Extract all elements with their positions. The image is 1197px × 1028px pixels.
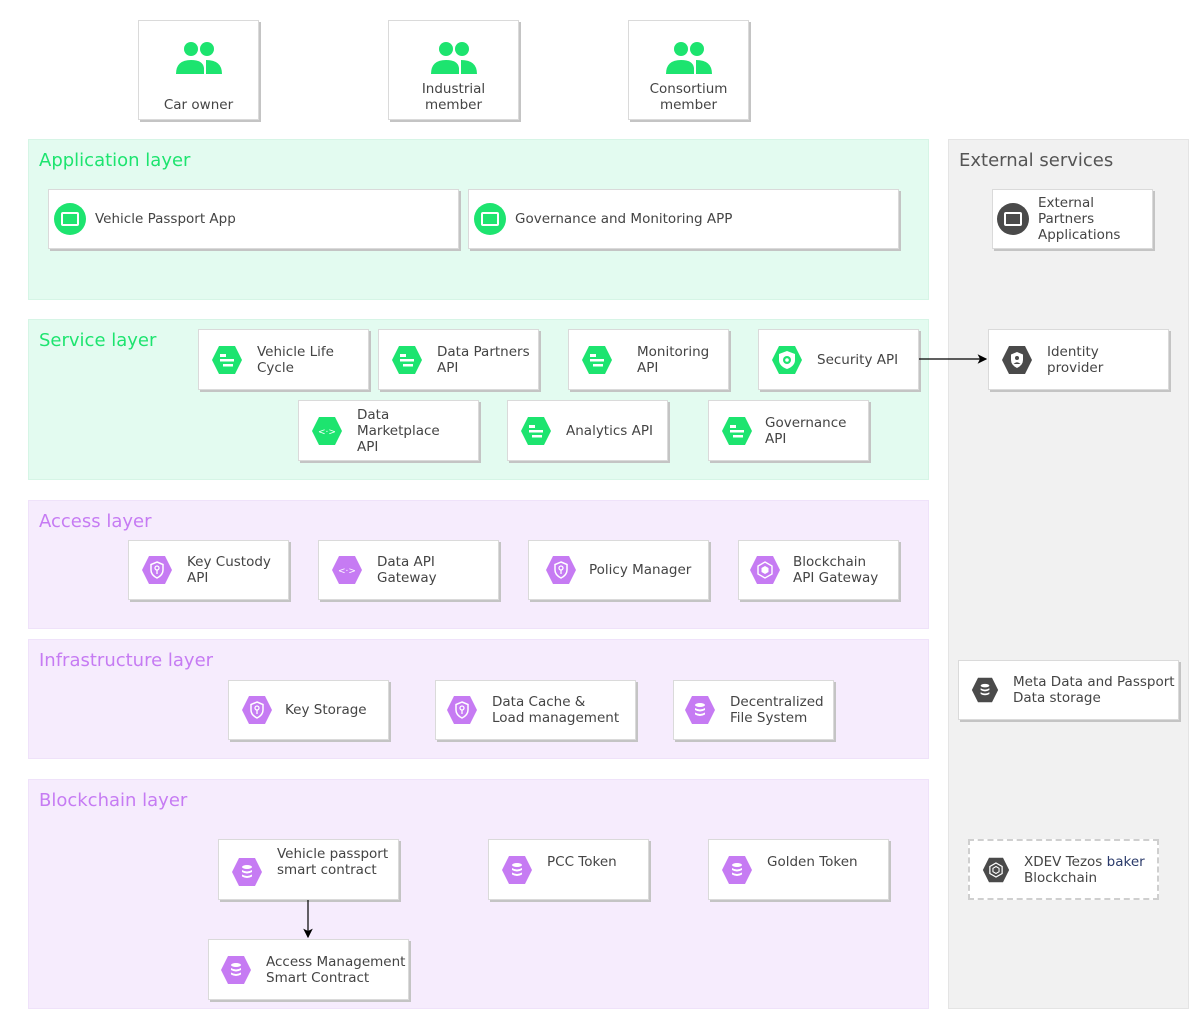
connectors [303,354,988,939]
